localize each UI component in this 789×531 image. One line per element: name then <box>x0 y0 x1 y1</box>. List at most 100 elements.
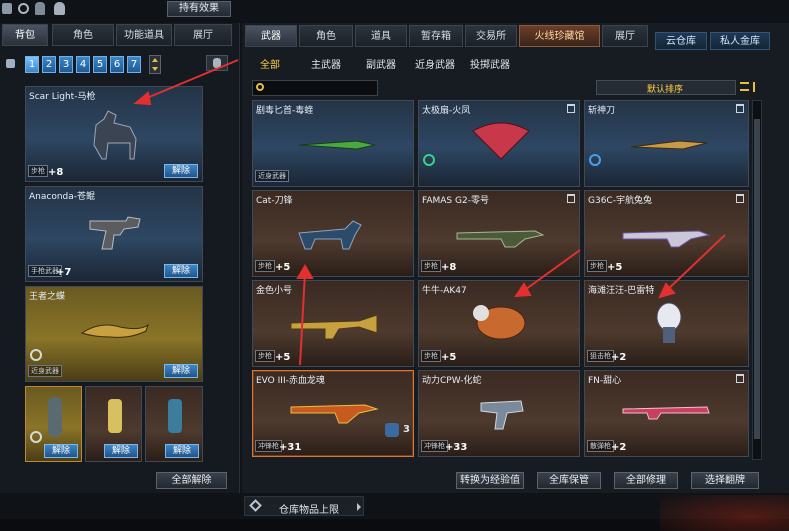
subtab-throwable[interactable]: 投掷武器 <box>470 56 510 71</box>
subtab-melee[interactable]: 近身武器 <box>415 56 455 71</box>
tab-collection[interactable]: 火线珍藏馆 <box>519 25 600 47</box>
figure-icon[interactable] <box>35 2 45 15</box>
grid-item-card[interactable]: FN-甜心 散弹枪 +2 <box>584 370 749 457</box>
storage-bar: 仓库物品上限 <box>244 496 364 516</box>
tab-roles[interactable]: 角色 <box>299 25 353 47</box>
tab-private-vault[interactable]: 私人金库 <box>710 32 770 50</box>
small-slot-card[interactable]: 解除 <box>85 386 142 462</box>
tab-weapons[interactable]: 武器 <box>245 25 297 47</box>
item-name: 斩神刀 <box>588 106 616 116</box>
left-item-card[interactable]: Scar Light-马枪 步枪 +8 解除 <box>25 86 203 182</box>
hold-effect-button[interactable]: 持有效果 <box>167 1 231 17</box>
left-item-card[interactable]: Anaconda-苍鲲 手枪武器 +7 解除 <box>25 186 203 282</box>
g36c-image <box>622 230 711 248</box>
item-name: 剧毒匕首-毒蝰 <box>256 106 314 116</box>
famas-image <box>456 230 545 248</box>
tab-showroom-right[interactable]: 展厅 <box>602 25 648 47</box>
trash-icon[interactable] <box>736 194 744 203</box>
revolver-image <box>89 216 141 250</box>
item-level: +5 <box>275 262 291 273</box>
grid-item-card[interactable]: 斩神刀 <box>584 100 749 187</box>
refresh-icon[interactable] <box>18 3 29 14</box>
grid-item-card[interactable]: 海滩汪汪-巴雷特 狙击枪 +2 <box>584 280 749 367</box>
small-slot-card[interactable]: 解除 <box>145 386 203 462</box>
item-level: +5 <box>441 352 457 363</box>
tab-bag[interactable]: 背包 <box>2 24 48 46</box>
subtab-primary[interactable]: 主武器 <box>311 56 341 71</box>
grid-item-card[interactable]: 牛牛-AK47 步枪 +5 <box>418 280 580 367</box>
item-type-tag: 步枪 <box>255 350 275 362</box>
item-name: EVO III-赤血龙魂 <box>256 376 325 386</box>
tab-props[interactable]: 道具 <box>355 25 407 47</box>
item-type-tag: 散弹枪 <box>587 440 614 452</box>
v-badge-icon <box>30 349 42 361</box>
sort-toggle-button[interactable] <box>206 55 228 71</box>
list-view-icon[interactable] <box>740 82 749 91</box>
page-stepper[interactable] <box>149 55 161 74</box>
layers-icon <box>249 499 262 512</box>
grid-item-card[interactable]: 剧毒匕首-毒蝰 近身武器 <box>252 100 414 187</box>
ember-glow <box>660 495 789 531</box>
chevron-up-icon[interactable] <box>152 58 158 62</box>
grid-item-card[interactable]: 金色小号 步枪 +5 <box>252 280 414 367</box>
tab-function-items[interactable]: 功能道具 <box>116 24 172 46</box>
tab-showroom-left[interactable]: 展厅 <box>174 24 232 46</box>
subtab-secondary[interactable]: 副武器 <box>366 56 396 71</box>
unlock-button[interactable]: 解除 <box>164 364 198 378</box>
page-4-button[interactable]: 4 <box>76 56 90 73</box>
page-2-button[interactable]: 2 <box>42 56 56 73</box>
search-icon <box>256 83 264 91</box>
lock-badge-icon <box>589 154 601 166</box>
scrollbar[interactable] <box>752 100 762 460</box>
grid-item-card[interactable]: 太极扇-火凤 <box>418 100 580 187</box>
scroll-thumb[interactable] <box>754 119 760 439</box>
sort-dropdown[interactable]: 默认排序 <box>596 80 736 95</box>
sort-arrow-icon[interactable] <box>753 82 755 92</box>
grid-item-card[interactable]: FAMAS G2-零号 步枪 +8 <box>418 190 580 277</box>
unlock-button[interactable]: 解除 <box>164 264 198 278</box>
item-type-tag: 近身武器 <box>28 365 62 377</box>
tab-cloud-storage[interactable]: 云仓库 <box>655 32 707 50</box>
repair-all-button[interactable]: 全部修理 <box>614 472 678 489</box>
grid-item-card[interactable]: Cat-刀锋 步枪 +5 <box>252 190 414 277</box>
page-6-button[interactable]: 6 <box>110 56 124 73</box>
page-5-button[interactable]: 5 <box>93 56 107 73</box>
sort-label: 默认排序 <box>647 85 684 95</box>
tab-character[interactable]: 角色 <box>52 24 114 46</box>
chevron-right-icon[interactable] <box>357 503 361 511</box>
tab-exchange[interactable]: 交易所 <box>465 25 517 47</box>
unlock-all-button[interactable]: 全部解除 <box>156 472 227 489</box>
chevron-down-icon[interactable] <box>152 67 158 71</box>
trash-icon[interactable] <box>567 194 575 203</box>
grid-item-card[interactable]: EVO III-赤血龙魂 3 冲锋枪 +31 <box>252 370 414 457</box>
unlock-button[interactable]: 解除 <box>44 444 78 458</box>
unlock-button[interactable]: 解除 <box>165 444 199 458</box>
page-3-button[interactable]: 3 <box>59 56 73 73</box>
unlock-button[interactable]: 解除 <box>164 164 198 178</box>
item-level: +5 <box>275 352 291 363</box>
item-level: +5 <box>607 262 623 273</box>
select-flip-button[interactable]: 选择翻牌 <box>691 472 759 489</box>
helmet-icon[interactable] <box>54 2 65 15</box>
trash-icon[interactable] <box>736 104 744 113</box>
lock-badge-icon <box>423 154 435 166</box>
convert-exp-button[interactable]: 转换为经验值 <box>456 472 524 489</box>
small-slot-card[interactable]: 解除 <box>25 386 82 462</box>
tab-temp-box[interactable]: 暂存箱 <box>409 25 463 47</box>
unlock-button[interactable]: 解除 <box>104 444 138 458</box>
grid-item-card[interactable]: G36C-宇航兔兔 步枪 +5 <box>584 190 749 277</box>
page-7-button[interactable]: 7 <box>127 56 141 73</box>
trash-icon[interactable] <box>736 374 744 383</box>
trash-icon[interactable] <box>567 104 575 113</box>
subtab-all[interactable]: 全部 <box>260 56 280 71</box>
grid-item-card[interactable]: 动力CPW-化蛇 冲锋枪 +33 <box>418 370 580 457</box>
item-type-tag: 步枪 <box>255 260 275 272</box>
storage-limit-label[interactable]: 仓库物品上限 <box>279 501 339 516</box>
search-input[interactable] <box>252 80 378 96</box>
left-item-card[interactable]: 王者之蝶 近身武器 解除 <box>25 286 203 382</box>
store-all-button[interactable]: 全库保管 <box>537 472 601 489</box>
bag-icon[interactable] <box>2 3 12 14</box>
page-1-button[interactable]: 1 <box>25 56 39 73</box>
item-name: 牛牛-AK47 <box>422 286 467 296</box>
item-name: FAMAS G2-零号 <box>422 196 489 206</box>
